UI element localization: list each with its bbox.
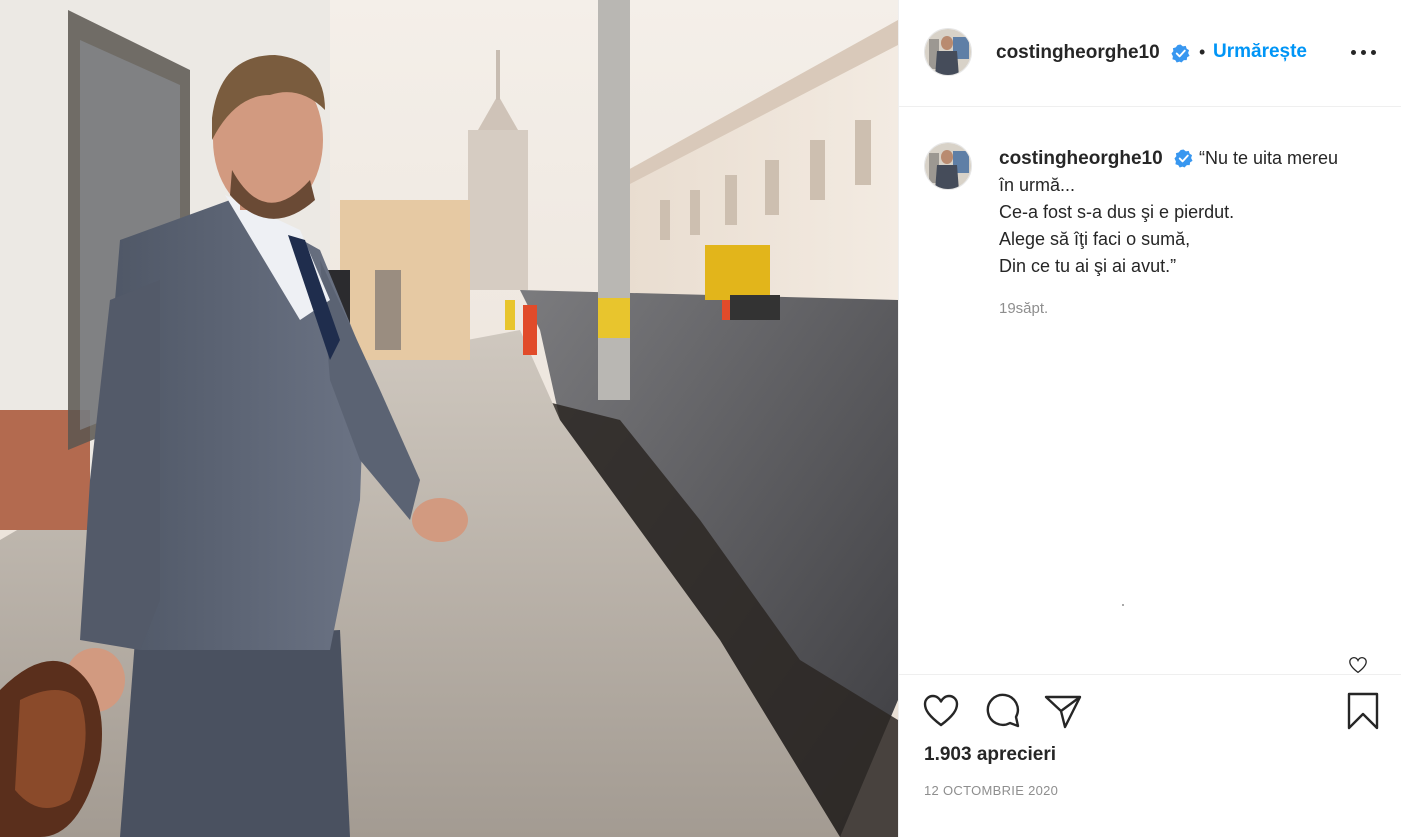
post-header: costingheorghe10 • Urmărește	[899, 0, 1401, 107]
post-age[interactable]: 19săpt.	[999, 300, 1048, 317]
caption-line: în urmă...	[999, 175, 1076, 195]
caption-line: Din ce tu ai şi ai avut.”	[999, 256, 1177, 276]
caption-line: “Nu te uita mereu	[1199, 148, 1339, 168]
caption-line: Alege să îţi faci o sumă,	[999, 229, 1191, 249]
post-image	[0, 0, 898, 837]
share-icon[interactable]	[1043, 691, 1083, 731]
comment-like-heart-icon[interactable]	[1348, 656, 1368, 674]
caption-author-avatar[interactable]	[924, 142, 972, 190]
verified-badge-icon	[1171, 44, 1190, 63]
more-options-icon[interactable]	[1351, 42, 1377, 62]
author-username[interactable]: costingheorghe10	[996, 42, 1160, 64]
post-details-panel: costingheorghe10 • Urmărește costingheor…	[898, 0, 1401, 837]
heart-icon[interactable]	[921, 691, 961, 731]
caption-text: “Nu te uita mereu în urmă... Ce-a fost s…	[999, 145, 1389, 280]
avatar-image	[925, 143, 971, 189]
post-date: 12 OCTOMBRIE 2020	[924, 783, 1059, 798]
scroll-indicator	[1122, 604, 1124, 606]
follow-button[interactable]: Urmărește	[1213, 41, 1307, 63]
avatar-image	[925, 29, 971, 75]
caption-line: Ce-a fost s-a dus şi e pierdut.	[999, 202, 1235, 222]
header-separator: •	[1199, 42, 1206, 62]
post-actions: 1.903 aprecieri 12 OCTOMBRIE 2020	[899, 674, 1401, 837]
bookmark-icon[interactable]	[1343, 691, 1383, 731]
likes-count[interactable]: 1.903 aprecieri	[924, 744, 1056, 766]
comment-icon[interactable]	[983, 691, 1023, 731]
author-avatar[interactable]	[924, 28, 972, 76]
post-photo[interactable]	[0, 0, 898, 837]
